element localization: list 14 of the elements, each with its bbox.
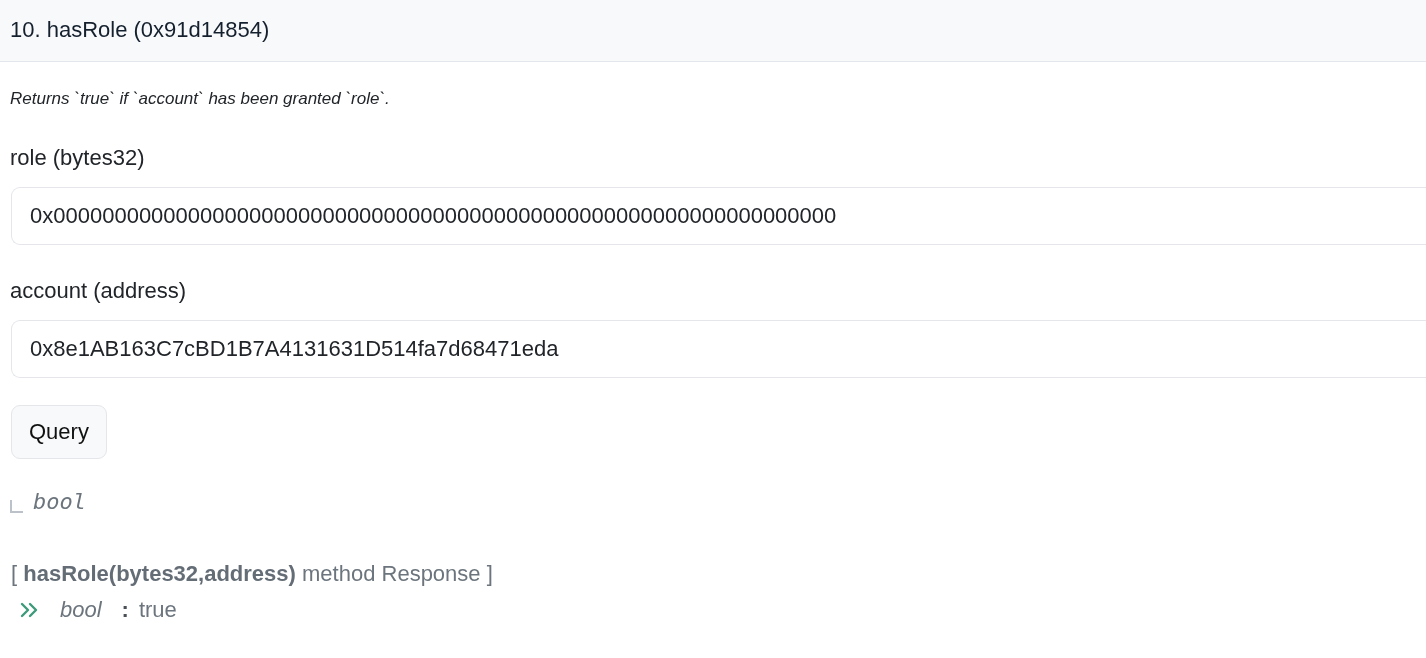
field-label: role (bytes32)	[10, 145, 145, 171]
input-field[interactable]: 0x8e1AB163C7cBD1B7A4131631D514fa7d68471eda	[11, 320, 1426, 378]
query-button[interactable]: Query	[11, 405, 107, 459]
response-heading: [ hasRole(bytes32,address) method Response ]	[11, 561, 493, 587]
corner-icon	[10, 499, 23, 513]
double-chevron-icon	[20, 602, 38, 618]
field-label: account (address)	[10, 278, 187, 304]
output-type: bool	[33, 489, 86, 515]
method-description: Returns `true` if `account` has been granted `role`.	[10, 89, 390, 109]
method-title: 10. hasRole (0x91d14854)	[10, 16, 270, 43]
result-separator: :	[121, 597, 129, 623]
input-field[interactable]: 0x0000000000000000000000000000000000000000000000000000000000000000	[11, 187, 1426, 245]
result-type: bool	[60, 597, 102, 623]
result-value: true	[138, 597, 177, 623]
